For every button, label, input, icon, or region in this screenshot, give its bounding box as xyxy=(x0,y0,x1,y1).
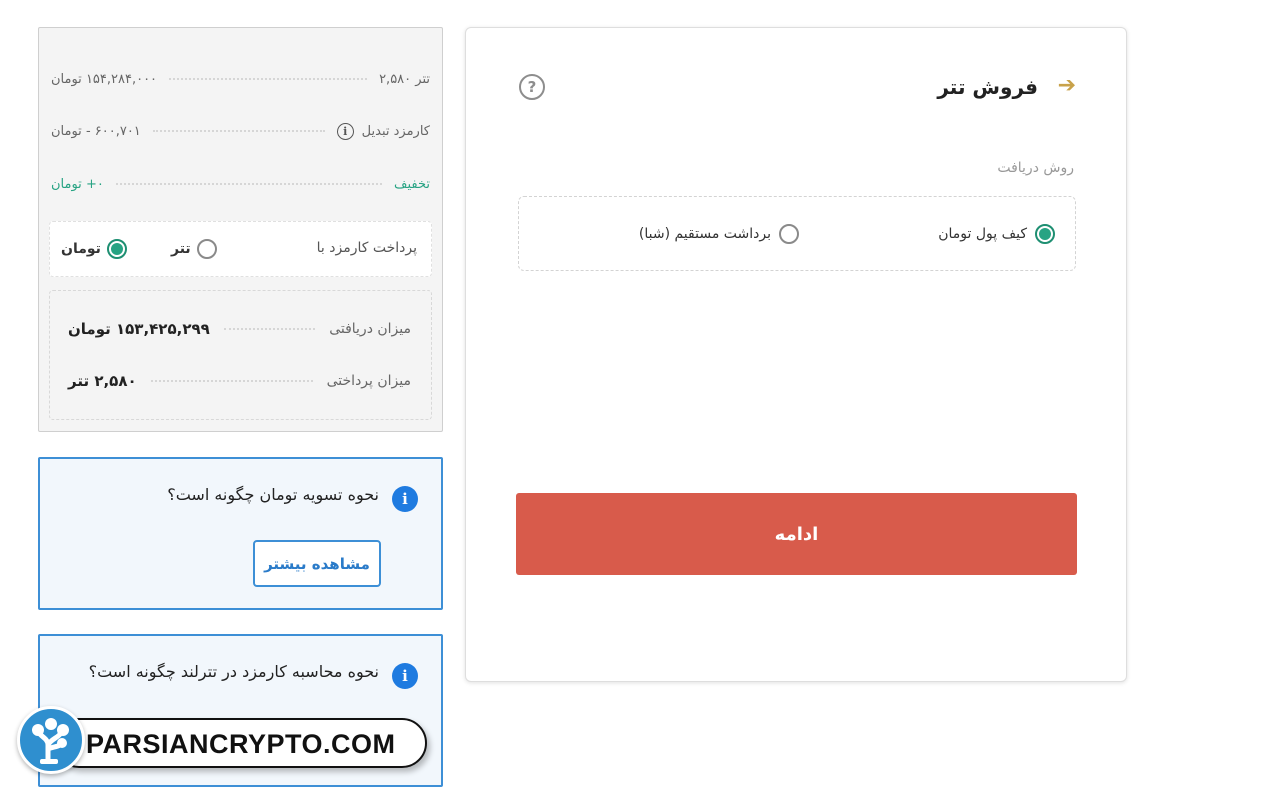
received-label: میزان دریافتی xyxy=(329,321,411,337)
toman-wallet-radio[interactable] xyxy=(1035,224,1055,244)
summary-discount-value: ۰+ تومان xyxy=(51,176,104,192)
method-sheba-label: برداشت مستقیم (شبا) xyxy=(638,226,771,242)
sheba-radio[interactable] xyxy=(779,224,799,244)
summary-fee-label-group: کارمزد تبدیل i xyxy=(336,122,430,140)
help-box-settlement: i نحوه تسویه تومان چگونه است؟ مشاهده بیش… xyxy=(38,457,443,610)
summary-amount-value: ۱۵۴,۲۸۴,۰۰۰ تومان xyxy=(51,71,158,87)
method-option-toman-wallet[interactable]: کیف پول تومان xyxy=(938,224,1055,244)
fee-usdt-radio[interactable] xyxy=(196,239,217,259)
dotted-leader xyxy=(150,380,313,382)
dotted-leader xyxy=(115,183,383,185)
sell-usdt-card: ➔ فروش تتر ? روش دریافت کیف پول تومان بر… xyxy=(465,27,1127,682)
info-icon: i xyxy=(392,486,418,512)
paid-label: میزان پرداختی xyxy=(326,373,411,389)
info-icon: i xyxy=(392,663,418,689)
fee-payment-options: پرداخت کارمزد با تتر تومان xyxy=(49,221,432,277)
watermark-logo xyxy=(17,706,85,774)
summary-row-amount: ۲,۵۸۰ تتر ۱۵۴,۲۸۴,۰۰۰ تومان xyxy=(51,67,430,91)
fee-option-usdt[interactable]: تتر xyxy=(171,239,217,259)
help-question-fee-calc: نحوه محاسبه کارمزد در تترلند چگونه است؟ xyxy=(88,662,379,681)
method-option-sheba[interactable]: برداشت مستقیم (شبا) xyxy=(639,224,799,244)
fee-option-usdt-label: تتر xyxy=(171,241,191,257)
tree-logo-icon xyxy=(32,718,69,764)
received-row: میزان دریافتی ۱۵۳,۴۲۵,۲۹۹ تومان xyxy=(68,317,411,341)
fee-toman-radio[interactable] xyxy=(106,239,127,259)
page-title: فروش تتر xyxy=(937,75,1038,99)
arrow-right-icon[interactable]: ➔ xyxy=(1058,73,1076,98)
fee-option-toman[interactable]: تومان xyxy=(61,239,127,259)
fee-payment-label: پرداخت کارمزد با xyxy=(316,240,417,256)
method-toman-wallet-label: کیف پول تومان xyxy=(938,226,1027,242)
watermark-banner: PARSIANCRYPTO.COM xyxy=(54,718,427,768)
watermark-text: PARSIANCRYPTO.COM xyxy=(86,729,396,759)
summary-row-fee: کارمزد تبدیل i ۶۰۰,۷۰۱ - تومان xyxy=(51,119,430,143)
result-box: میزان دریافتی ۱۵۳,۴۲۵,۲۹۹ تومان میزان پر… xyxy=(49,290,432,420)
question-icon[interactable]: ? xyxy=(519,74,545,100)
receive-method-options: کیف پول تومان برداشت مستقیم (شبا) xyxy=(518,196,1076,271)
receive-method-label: روش دریافت xyxy=(997,160,1074,176)
paid-row: میزان پرداختی ۲,۵۸۰ تتر xyxy=(68,369,411,393)
help-question-settlement: نحوه تسویه تومان چگونه است؟ xyxy=(167,485,379,504)
received-value: ۱۵۳,۴۲۵,۲۹۹ تومان xyxy=(68,320,210,338)
summary-row-discount: تخفیف ۰+ تومان xyxy=(51,172,430,196)
paid-value: ۲,۵۸۰ تتر xyxy=(68,372,137,390)
info-icon[interactable]: i xyxy=(336,122,354,140)
order-summary-panel: ۲,۵۸۰ تتر ۱۵۴,۲۸۴,۰۰۰ تومان کارمزد تبدیل… xyxy=(38,27,443,432)
summary-fee-value: ۶۰۰,۷۰۱ - تومان xyxy=(51,123,141,139)
see-more-button[interactable]: مشاهده بیشتر xyxy=(253,540,381,587)
summary-amount-label: ۲,۵۸۰ تتر xyxy=(379,71,430,87)
dotted-leader xyxy=(223,328,316,330)
dotted-leader xyxy=(169,78,368,80)
fee-option-toman-label: تومان xyxy=(61,241,101,257)
continue-button[interactable]: ادامه xyxy=(516,493,1077,575)
summary-discount-label: تخفیف xyxy=(394,176,430,192)
summary-fee-label: کارمزد تبدیل xyxy=(361,123,430,139)
dotted-leader xyxy=(152,130,325,132)
